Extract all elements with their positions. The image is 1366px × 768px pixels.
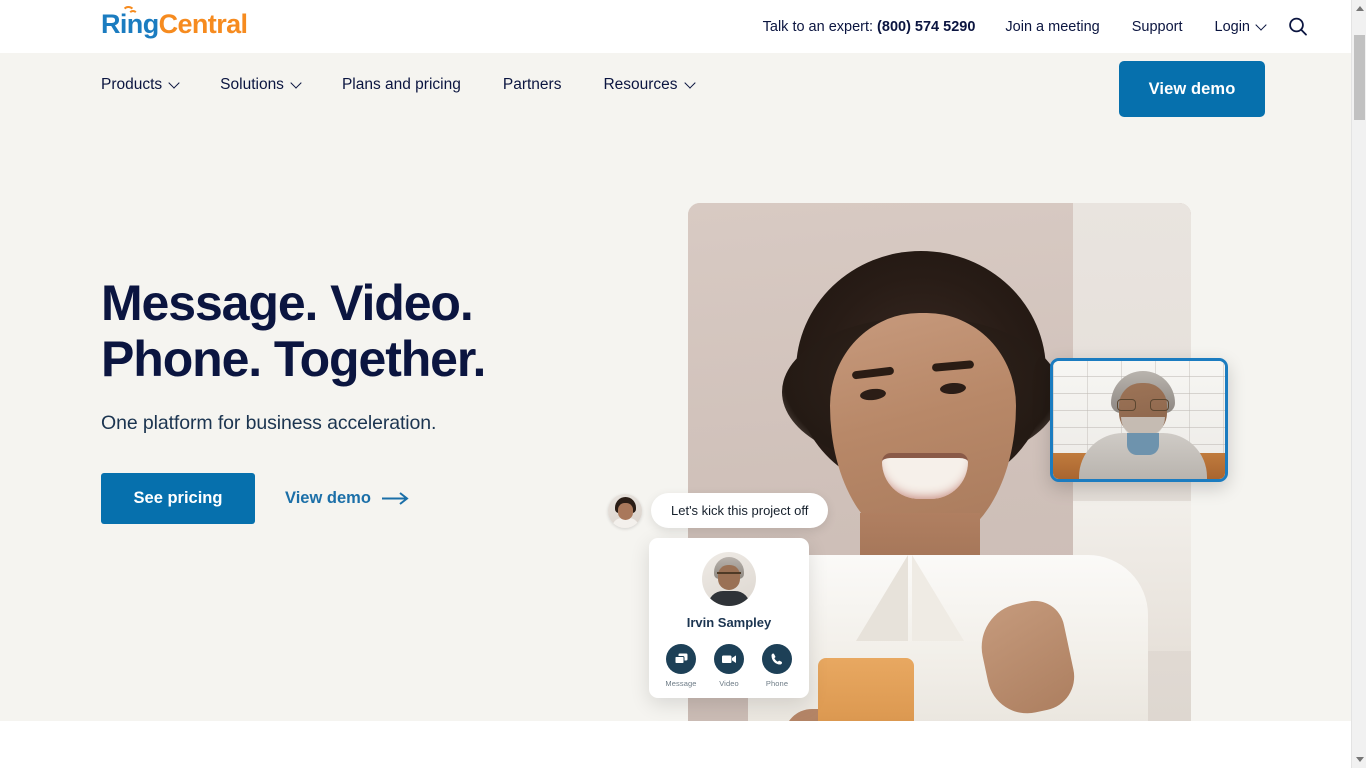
contact-action-video[interactable]: Video (712, 644, 746, 688)
expert-phone-number[interactable]: (800) 574 5290 (877, 19, 975, 35)
scroll-up-arrow-icon[interactable] (1352, 0, 1366, 17)
hero-subhead: One platform for business acceleration. (101, 412, 437, 434)
contact-actions: Message Video Phone (649, 644, 809, 688)
nav-label-solutions: Solutions (220, 76, 284, 93)
talk-to-expert[interactable]: Talk to an expert: (800) 574 5290 (763, 19, 976, 35)
contact-action-label-message: Message (665, 679, 697, 688)
arrow-right-icon (381, 492, 410, 505)
view-demo-button[interactable]: View demo (1119, 61, 1265, 117)
contact-name: Irvin Sampley (686, 615, 772, 630)
page-title: Message. Video. Phone. Together. (101, 275, 571, 387)
contact-avatar (702, 552, 756, 606)
nav-item-resources[interactable]: Resources (603, 76, 696, 94)
logo-text-ring: Ring (101, 9, 159, 39)
logo-text-central: Central (158, 9, 248, 39)
support-link[interactable]: Support (1132, 19, 1183, 35)
utility-bar: RingCentral Talk to an expert: (800) 574… (0, 0, 1351, 53)
hero-cta-row: See pricing View demo (101, 473, 571, 524)
chat-bubble: Let's kick this project off (651, 493, 829, 528)
contact-card[interactable]: Irvin Sampley Message Video Phone (649, 538, 809, 698)
search-icon[interactable] (1287, 16, 1309, 38)
video-camera-icon (714, 644, 744, 674)
view-demo-link-label: View demo (285, 489, 371, 507)
chat-message-row: Let's kick this project off (608, 493, 829, 528)
browser-page: RingCentral Talk to an expert: (800) 574… (0, 0, 1366, 768)
main-navigation: Products Solutions Plans and pricing Par… (101, 76, 696, 94)
hero-copy: Message. Video. Phone. Together. One pla… (101, 275, 571, 524)
scrollbar-thumb[interactable] (1354, 35, 1365, 120)
chevron-down-icon (168, 77, 180, 89)
vertical-scrollbar[interactable] (1351, 0, 1366, 768)
page-viewport: RingCentral Talk to an expert: (800) 574… (0, 0, 1351, 768)
nav-item-solutions[interactable]: Solutions (220, 76, 302, 94)
contact-action-label-phone: Phone (765, 679, 789, 688)
glasses-icon (1117, 399, 1169, 411)
phone-icon (762, 644, 792, 674)
scroll-down-arrow-icon[interactable] (1352, 751, 1366, 768)
photo-smile (882, 453, 968, 499)
avatar (608, 493, 642, 528)
photo-brow-left (851, 366, 895, 380)
hero-section: Products Solutions Plans and pricing Par… (0, 53, 1351, 721)
login-label: Login (1214, 18, 1250, 35)
photo-collar-left (856, 555, 908, 641)
photo-eye-right (939, 382, 967, 395)
photo-collar-right (912, 555, 964, 641)
video-call-tile-participant[interactable] (1050, 358, 1228, 482)
hero-media: Let's kick this project off Irvin Sample… (608, 203, 1228, 721)
login-menu[interactable]: Login (1214, 18, 1267, 35)
nav-item-partners[interactable]: Partners (503, 76, 562, 94)
chevron-down-icon (683, 77, 696, 89)
contact-action-label-video: Video (719, 679, 739, 688)
nav-label-resources: Resources (603, 76, 678, 93)
contact-action-message[interactable]: Message (664, 644, 698, 688)
nav-item-plans-and-pricing[interactable]: Plans and pricing (342, 76, 461, 94)
headline-line-1: Message. Video. (101, 275, 474, 331)
see-pricing-button[interactable]: See pricing (101, 473, 255, 524)
chevron-down-icon (290, 77, 302, 89)
nav-label-products: Products (101, 76, 163, 93)
photo-orange-mug (818, 658, 914, 721)
nav-item-products[interactable]: Products (101, 76, 180, 94)
video-tile-shirt (1127, 433, 1159, 455)
view-demo-link[interactable]: View demo (285, 489, 410, 508)
photo-eye-left (859, 387, 887, 402)
contact-action-phone[interactable]: Phone (760, 644, 794, 688)
next-section-strip (0, 721, 1351, 768)
join-a-meeting-link[interactable]: Join a meeting (1005, 19, 1099, 35)
headline-line-2: Phone. Together. (101, 331, 486, 387)
chevron-down-icon (1255, 18, 1267, 31)
utility-links: Talk to an expert: (800) 574 5290 Join a… (763, 0, 1267, 53)
photo-brow-right (931, 360, 975, 372)
ringcentral-logo[interactable]: RingCentral (101, 6, 248, 39)
talk-to-expert-label: Talk to an expert: (762, 18, 874, 35)
message-icon (666, 644, 696, 674)
